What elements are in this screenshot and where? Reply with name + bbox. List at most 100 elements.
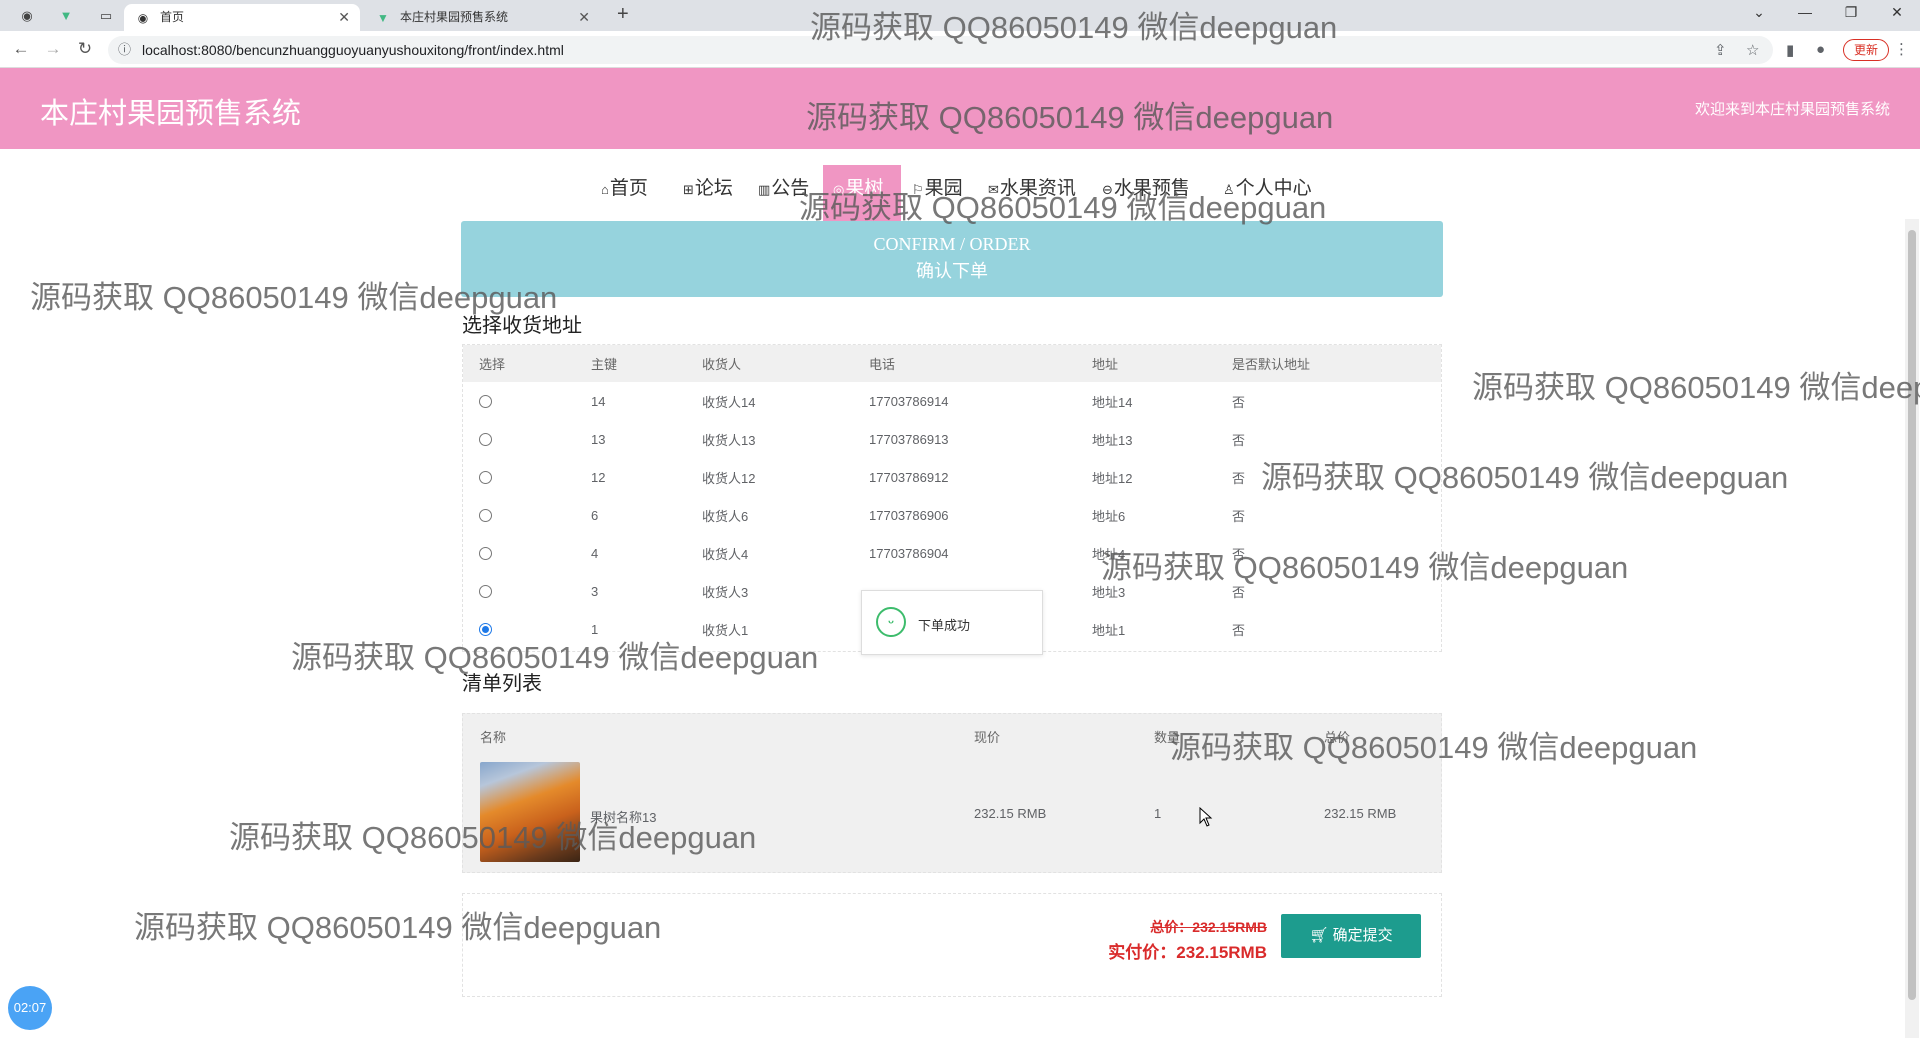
tab-home[interactable]: ◉ 首页 ✕	[124, 4, 360, 31]
scrollbar-thumb[interactable]	[1908, 230, 1916, 1000]
cell-name: 收货人14	[702, 394, 756, 410]
update-button[interactable]: 更新	[1843, 39, 1890, 61]
cell-default: 否	[1232, 432, 1246, 448]
back-icon[interactable]: ←	[10, 39, 32, 59]
restore-icon[interactable]: ❐	[1836, 4, 1866, 21]
close-icon[interactable]: ✕	[578, 4, 590, 31]
cell-id: 1	[591, 621, 599, 637]
globe-icon: ◉	[137, 11, 149, 25]
minimize-icon[interactable]: —	[1790, 4, 1820, 20]
cart-table: 名称 现价 数量 总价 果树名称13 232.15 RMB 1 232.15 R…	[462, 713, 1442, 873]
smile-icon: ᵕ	[876, 607, 906, 637]
column-header: 选择	[463, 345, 575, 382]
table-header-row: 选择 主键 收货人 电话 地址 是否默认地址	[463, 345, 1441, 382]
menu-dots-icon[interactable]: ⋮	[1894, 40, 1909, 58]
pinned-vue-tab-icon[interactable]: ▼	[56, 6, 76, 26]
nav-label: 水果预售	[1113, 178, 1190, 199]
fruit-tree-icon: ◎	[833, 182, 845, 197]
cell-default: 否	[1232, 622, 1246, 638]
address-radio[interactable]	[479, 471, 492, 484]
cell-id: 6	[591, 507, 599, 523]
table-row[interactable]: 13 收货人13 17703786913 地址13 否	[463, 420, 1441, 458]
forward-icon[interactable]: →	[42, 39, 64, 59]
mouse-cursor-icon	[1199, 807, 1213, 827]
nav-item-orchard[interactable]: ⚐果园	[912, 165, 963, 221]
main-nav: ⌂首页 ⊞论坛 ▥公告 ◎果树 ⚐果园 ✉水果资讯 ⊖水果预售 ♙个人中心	[0, 165, 1920, 221]
tab-label: 首页	[160, 10, 185, 24]
product-total: 232.15 RMB	[1324, 806, 1397, 821]
product-image[interactable]	[480, 762, 580, 862]
cell-address: 地址12	[1092, 470, 1133, 486]
actual-price: 实付价：232.15RMB	[1108, 943, 1267, 962]
cell-address: 地址14	[1092, 394, 1133, 410]
notice-icon: ▥	[758, 182, 771, 197]
close-icon[interactable]: ✕	[338, 4, 350, 31]
share-icon[interactable]: ⇪	[1714, 41, 1727, 59]
mail-icon: ✉	[988, 182, 999, 197]
tab-search-icon[interactable]: ⌄	[1744, 4, 1774, 21]
tab-system[interactable]: ▼ 本庄村果园预售系统 ✕	[364, 4, 600, 31]
address-radio[interactable]	[479, 509, 492, 522]
site-info-icon[interactable]: ⓘ	[118, 36, 131, 64]
table-row[interactable]: 6 收货人6 17703786906 地址6 否	[463, 496, 1441, 534]
column-header: 现价	[974, 730, 1001, 745]
product-name: 果树名称13	[590, 810, 657, 825]
reload-icon[interactable]: ↻	[74, 39, 96, 59]
bookmark-star-icon[interactable]: ☆	[1746, 41, 1759, 59]
nav-item-forum[interactable]: ⊞论坛	[683, 165, 733, 221]
cart-row: 果树名称13 232.15 RMB 1 232.15 RMB	[463, 762, 1441, 866]
nav-label: 果园	[924, 178, 963, 199]
url-text: localhost:8080/bencunzhuangguoyuanyushou…	[142, 42, 564, 58]
nav-item-notice[interactable]: ▥公告	[758, 165, 809, 221]
cell-id: 13	[591, 431, 606, 447]
address-radio[interactable]	[479, 433, 492, 446]
cell-default: 否	[1232, 546, 1246, 562]
url-field[interactable]: ⓘ localhost:8080/bencunzhuangguoyuanyush…	[108, 36, 1773, 64]
forum-icon: ⊞	[683, 182, 694, 197]
nav-item-fruit-presale[interactable]: ⊖水果预售	[1102, 165, 1190, 221]
sidepanel-icon[interactable]: ▮	[1786, 41, 1794, 59]
address-radio-selected[interactable]	[479, 623, 492, 636]
profile-icon[interactable]: ●	[1816, 41, 1825, 58]
submit-order-button[interactable]: 🛒︎ 确定提交	[1281, 914, 1421, 958]
tab-label: 本庄村果园预售系统	[400, 10, 509, 24]
nav-item-fruit-news[interactable]: ✉水果资讯	[988, 165, 1076, 221]
column-header: 收货人	[686, 345, 853, 382]
pinned-blank-tab-icon[interactable]: ▭	[96, 6, 116, 26]
table-row[interactable]: 14 收货人14 17703786914 地址14 否	[463, 382, 1441, 420]
address-radio[interactable]	[479, 547, 492, 560]
nav-item-home[interactable]: ⌂首页	[601, 165, 648, 221]
nav-item-personal-center[interactable]: ♙个人中心	[1223, 165, 1312, 221]
pinned-tab-icon[interactable]: ◉	[17, 6, 37, 26]
cell-address: 地址13	[1092, 432, 1133, 448]
new-tab-button[interactable]: +	[617, 3, 629, 26]
column-header: 电话	[853, 345, 1076, 382]
cell-id: 14	[591, 393, 606, 409]
address-bar: ← → ↻ ⓘ localhost:8080/bencunzhuangguoyu…	[0, 31, 1920, 68]
banner-en: CONFIRM / ORDER	[873, 234, 1031, 254]
address-radio[interactable]	[479, 585, 492, 598]
window-close-icon[interactable]: ✕	[1882, 4, 1912, 21]
nav-label: 果树	[845, 178, 884, 199]
original-price: 总价：232.15RMB	[1150, 919, 1267, 935]
cell-default: 否	[1232, 394, 1246, 410]
vue-icon: ▼	[377, 11, 389, 25]
cart-icon: 🛒︎	[1309, 927, 1329, 944]
nav-item-fruit-tree[interactable]: ◎果树	[823, 165, 901, 221]
site-header: 本庄村果园预售系统 欢迎来到本庄村果园预售系统	[0, 68, 1920, 149]
cell-default: 否	[1232, 508, 1246, 524]
nav-label: 水果资讯	[999, 178, 1076, 199]
cell-id: 4	[591, 545, 599, 561]
cell-phone: 17703786913	[869, 431, 949, 447]
table-row[interactable]: 4 收货人4 17703786904 地址4 否	[463, 534, 1441, 572]
address-radio[interactable]	[479, 395, 492, 408]
toast-message: 下单成功	[918, 618, 971, 633]
cell-name: 收货人3	[702, 584, 749, 600]
cell-address: 地址6	[1092, 508, 1126, 524]
cell-id: 3	[591, 583, 599, 599]
table-row[interactable]: 12 收货人12 17703786912 地址12 否	[463, 458, 1441, 496]
cell-name: 收货人4	[702, 546, 749, 562]
cell-default: 否	[1232, 470, 1246, 486]
cell-phone: 17703786912	[869, 469, 949, 485]
recorder-timer-badge[interactable]: 02:07	[8, 986, 52, 1030]
